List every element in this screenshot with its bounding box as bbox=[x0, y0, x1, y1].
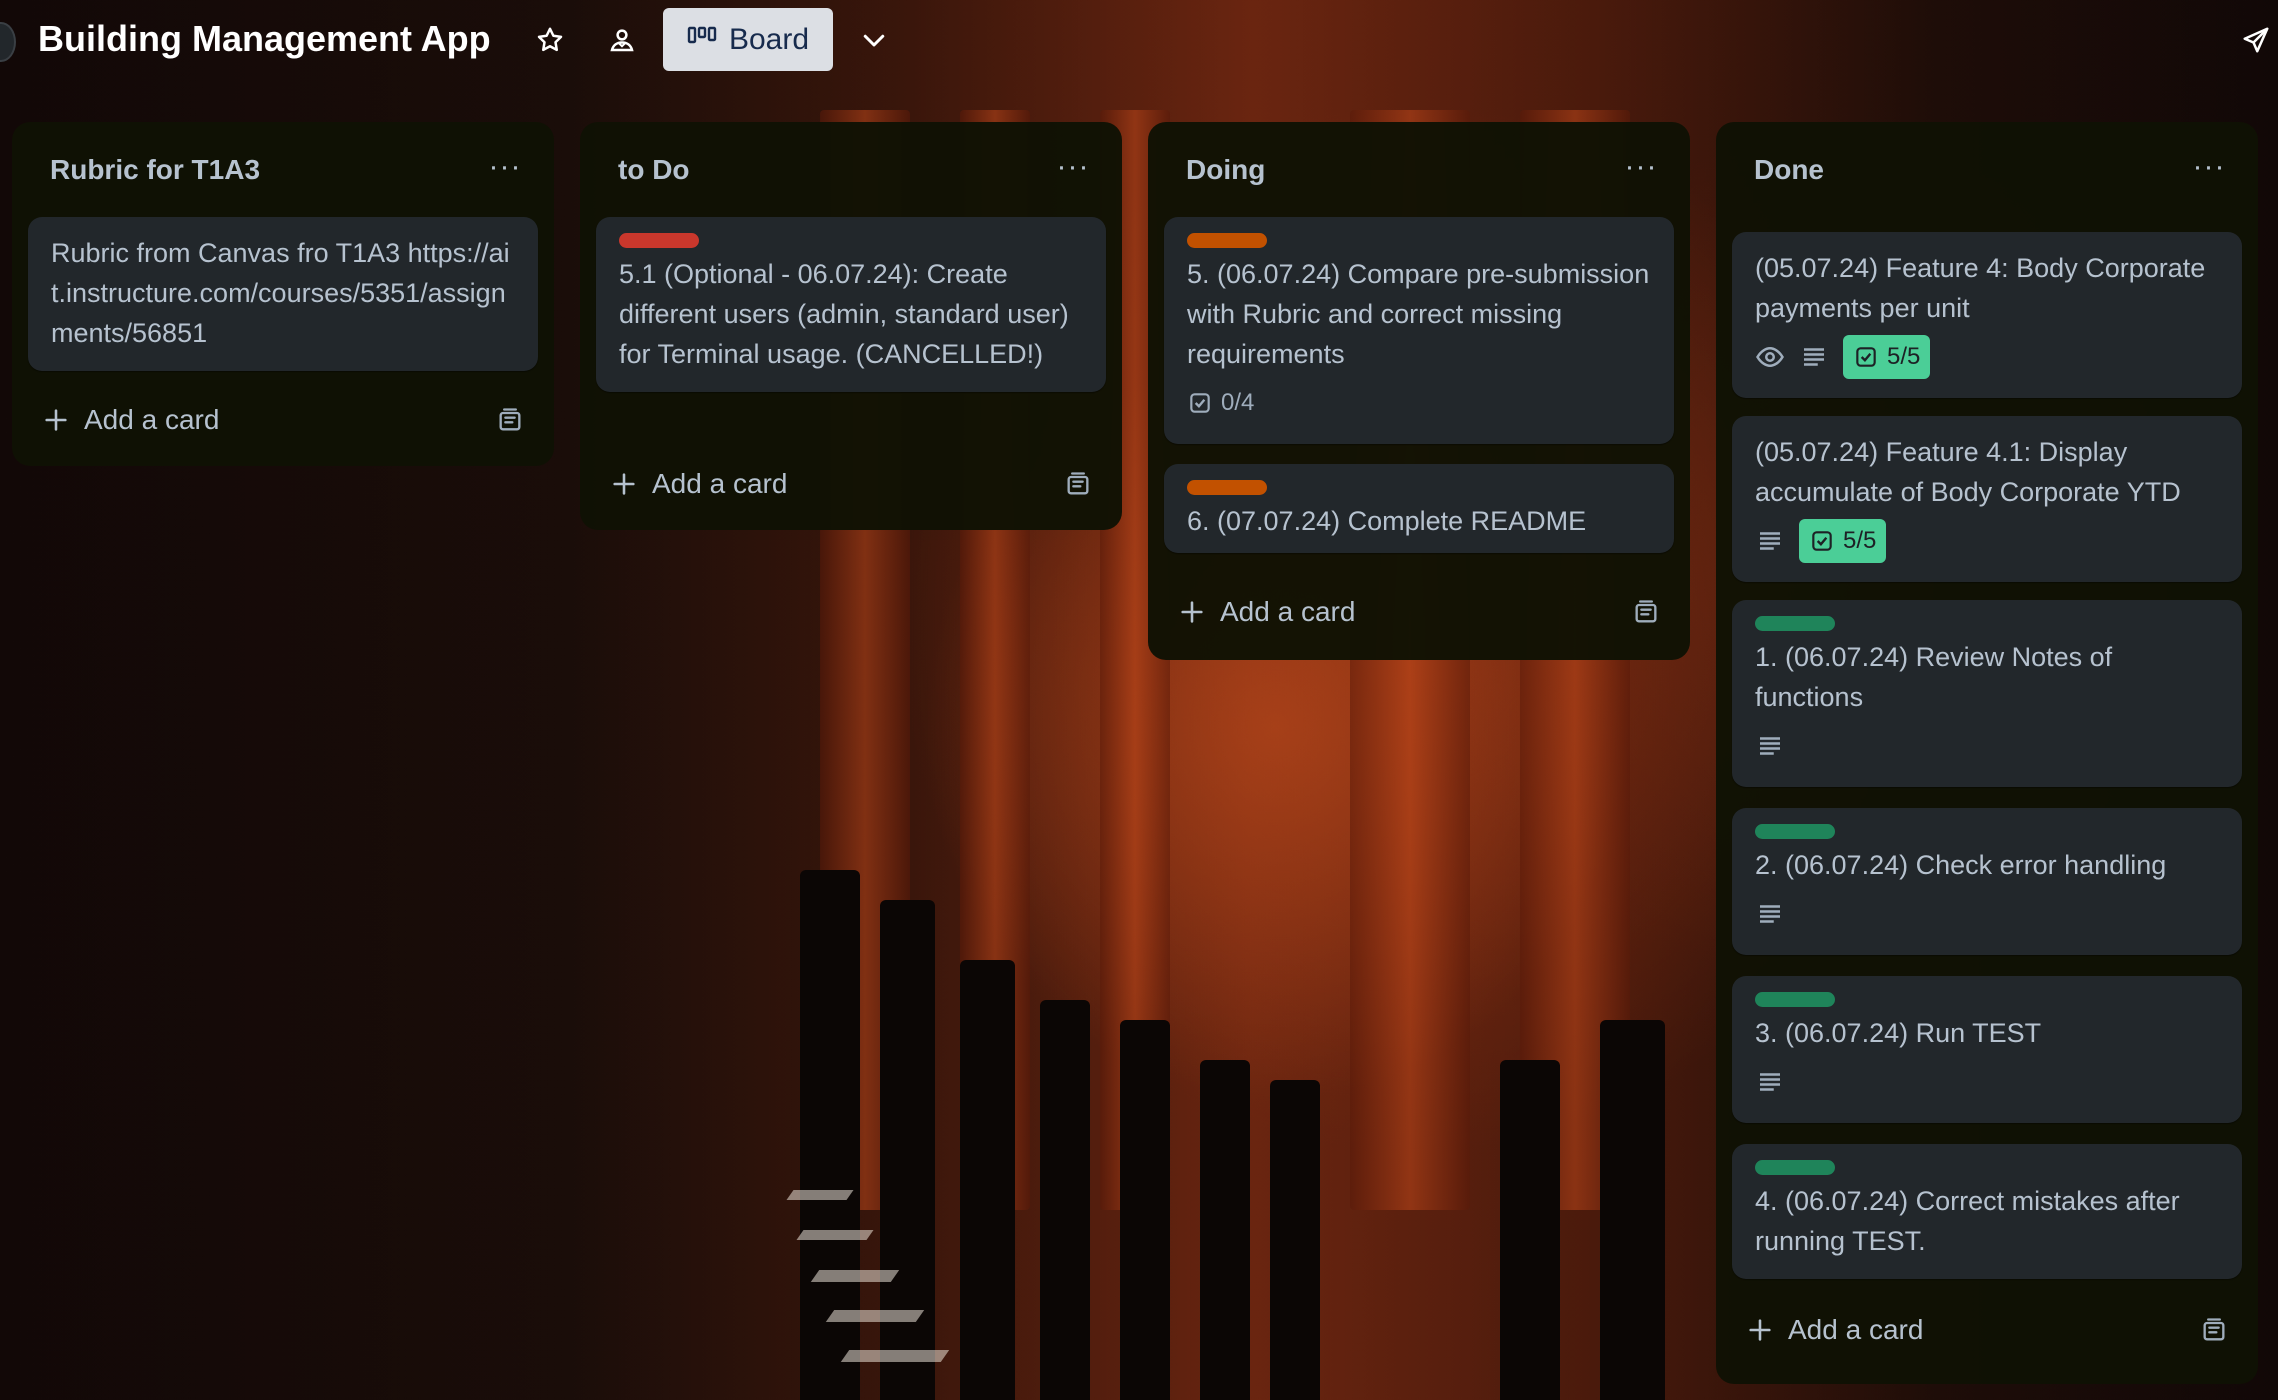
board-view-button[interactable]: Board bbox=[663, 8, 833, 71]
card-badges bbox=[1755, 1059, 2219, 1105]
list-title[interactable]: Doing bbox=[1186, 154, 1265, 186]
card-title: 1. (06.07.24) Review Notes of functions bbox=[1755, 642, 2113, 712]
card-template-icon[interactable] bbox=[482, 406, 538, 434]
card-label[interactable] bbox=[1755, 1160, 1835, 1175]
card-badges: 5/5 bbox=[1755, 334, 2219, 380]
checklist-badge: 0/4 bbox=[1187, 381, 1264, 425]
list-title[interactable]: Rubric for T1A3 bbox=[50, 154, 260, 186]
card-title: (05.07.24) Feature 4: Body Corporate pay… bbox=[1755, 253, 2206, 323]
board-view-icon bbox=[687, 23, 717, 57]
description-icon bbox=[1755, 526, 1785, 556]
workspace-avatar[interactable] bbox=[0, 22, 16, 62]
list-to-do: to Do ··· 5.1 (Optional - 06.07.24): Cre… bbox=[580, 122, 1122, 530]
card-label[interactable] bbox=[1755, 616, 1835, 631]
checklist-badge: 5/5 bbox=[1843, 335, 1931, 379]
card[interactable]: 4. (06.07.24) Correct mistakes after run… bbox=[1732, 1144, 2242, 1279]
checklist-count: 0/4 bbox=[1221, 389, 1255, 416]
paper-plane-icon[interactable] bbox=[2230, 14, 2278, 66]
card[interactable]: 3. (06.07.24) Run TEST bbox=[1732, 976, 2242, 1123]
card[interactable]: 6. (07.07.24) Complete README bbox=[1164, 464, 1674, 553]
card-title: (05.07.24) Feature 4.1: Display accumula… bbox=[1755, 437, 2181, 507]
checklist-badge: 5/5 bbox=[1799, 519, 1887, 563]
card-label[interactable] bbox=[1187, 233, 1267, 248]
card-badges: 5/5 bbox=[1755, 518, 2219, 564]
description-icon bbox=[1755, 1067, 1785, 1097]
plus-icon bbox=[1164, 598, 1220, 626]
plus-icon bbox=[1732, 1316, 1788, 1344]
list-title[interactable]: Done bbox=[1754, 154, 1824, 186]
card-title: 6. (07.07.24) Complete README bbox=[1187, 506, 1587, 536]
card-label[interactable] bbox=[1187, 480, 1267, 495]
card-title: 5.1 (Optional - 06.07.24): Create differ… bbox=[619, 259, 1069, 369]
card-label[interactable] bbox=[619, 233, 699, 248]
checklist-icon bbox=[1812, 531, 1832, 551]
card-badges bbox=[1755, 891, 2219, 937]
card-title: 5. (06.07.24) Compare pre-submission wit… bbox=[1187, 259, 1650, 369]
card[interactable]: 1. (06.07.24) Review Notes of functions bbox=[1732, 600, 2242, 787]
card-label[interactable] bbox=[1755, 824, 1835, 839]
add-card-label: Add a card bbox=[652, 468, 788, 499]
star-icon[interactable] bbox=[524, 14, 576, 66]
card[interactable]: 2. (06.07.24) Check error handling bbox=[1732, 808, 2242, 955]
card[interactable]: Rubric from Canvas fro T1A3 https://ait.… bbox=[28, 217, 538, 371]
list-menu-button[interactable]: ··· bbox=[480, 144, 530, 190]
description-icon bbox=[1799, 342, 1829, 372]
card-title: 4. (06.07.24) Correct mistakes after run… bbox=[1755, 1186, 2180, 1256]
checklist-icon bbox=[1190, 393, 1210, 413]
checklist-count: 5/5 bbox=[1843, 527, 1877, 554]
list-doing: Doing ··· 5. (06.07.24) Compare pre-subm… bbox=[1148, 122, 1690, 660]
add-card-button[interactable]: Add a card bbox=[28, 392, 538, 448]
card-badges bbox=[1755, 723, 2219, 769]
add-card-button[interactable]: Add a card bbox=[1732, 1302, 2242, 1358]
list-menu-button[interactable]: ··· bbox=[1616, 144, 1666, 190]
add-card-label: Add a card bbox=[84, 404, 220, 435]
list-menu-button[interactable]: ··· bbox=[1048, 144, 1098, 190]
board-header: Building Management App Board bbox=[0, 0, 2278, 80]
card-title: Rubric from Canvas fro T1A3 https://ait.… bbox=[51, 238, 510, 348]
card[interactable]: (05.07.24) Feature 4: Body Corporate pay… bbox=[1732, 232, 2242, 398]
plus-icon bbox=[596, 470, 652, 498]
add-card-label: Add a card bbox=[1220, 596, 1356, 627]
plus-icon bbox=[28, 406, 84, 434]
workspace-visibility-icon[interactable] bbox=[596, 14, 648, 66]
card-template-icon[interactable] bbox=[1050, 470, 1106, 498]
card-title: 3. (06.07.24) Run TEST bbox=[1755, 1018, 2042, 1048]
add-card-label: Add a card bbox=[1788, 1314, 1924, 1345]
list-done: Done ··· (05.07.24) Feature 4: Body Corp… bbox=[1716, 122, 2258, 1384]
checklist-count: 5/5 bbox=[1887, 343, 1921, 370]
card-template-icon[interactable] bbox=[2186, 1316, 2242, 1344]
card[interactable]: 5.1 (Optional - 06.07.24): Create differ… bbox=[596, 217, 1106, 392]
board-title[interactable]: Building Management App bbox=[38, 18, 491, 60]
card-badges: 0/4 bbox=[1187, 380, 1651, 426]
card-label[interactable] bbox=[1755, 992, 1835, 1007]
card[interactable]: 5. (06.07.24) Compare pre-submission wit… bbox=[1164, 217, 1674, 444]
add-card-button[interactable]: Add a card bbox=[1164, 584, 1674, 640]
description-icon bbox=[1755, 899, 1785, 929]
list-menu-button[interactable]: ··· bbox=[2184, 144, 2234, 190]
card-title: 2. (06.07.24) Check error handling bbox=[1755, 850, 2167, 880]
description-icon bbox=[1755, 731, 1785, 761]
card[interactable]: (05.07.24) Feature 4.1: Display accumula… bbox=[1732, 416, 2242, 582]
card-template-icon[interactable] bbox=[1618, 598, 1674, 626]
add-card-button[interactable]: Add a card bbox=[596, 456, 1106, 512]
eye-icon bbox=[1755, 342, 1785, 372]
chevron-down-icon[interactable] bbox=[848, 14, 900, 66]
list-rubric: Rubric for T1A3 ··· Rubric from Canvas f… bbox=[12, 122, 554, 466]
board-view-label: Board bbox=[728, 22, 810, 56]
checklist-icon bbox=[1856, 347, 1876, 367]
list-title[interactable]: to Do bbox=[618, 154, 690, 186]
